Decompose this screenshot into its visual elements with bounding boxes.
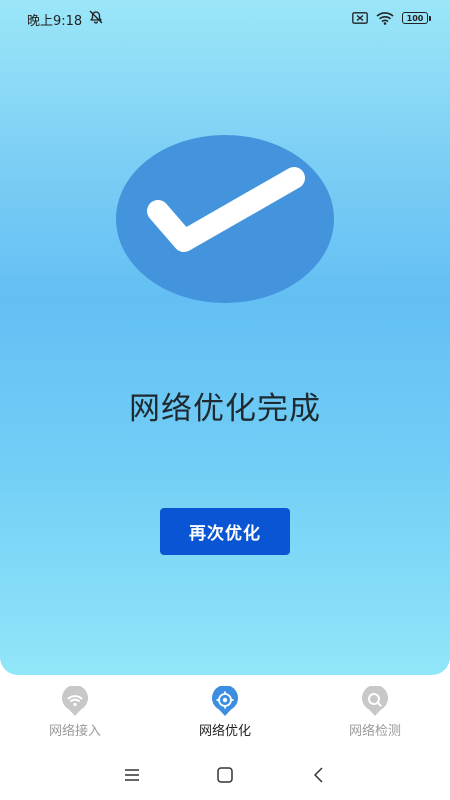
menu-icon[interactable] bbox=[122, 765, 142, 785]
nav-label-network-access: 网络接入 bbox=[48, 724, 101, 739]
sim-icon bbox=[352, 12, 368, 24]
back-icon[interactable] bbox=[309, 765, 329, 785]
status-icons: 100 bbox=[352, 9, 431, 27]
system-nav-bar bbox=[0, 755, 450, 795]
battery-icon: 100 bbox=[402, 12, 431, 24]
bottom-nav: 网络接入 网络优化 网络检测 bbox=[0, 678, 450, 748]
status-time: 晚上9:18 bbox=[27, 14, 83, 29]
wifi-pin-icon bbox=[62, 686, 88, 716]
check-circle-icon bbox=[116, 135, 334, 303]
status-bar: 晚上9:18 100 bbox=[0, 0, 450, 36]
nav-item-network-detect[interactable]: 网络检测 bbox=[300, 678, 450, 748]
battery-level: 100 bbox=[406, 13, 424, 23]
result-title: 网络优化完成 bbox=[129, 391, 321, 427]
app-screen: 晚上9:18 100 网络优化完成 再次优化 网络接入 网络优化 网络检测 bbox=[0, 0, 450, 800]
home-icon[interactable] bbox=[215, 765, 235, 785]
nav-item-network-optimize[interactable]: 网络优化 bbox=[150, 678, 300, 748]
optimize-again-button[interactable]: 再次优化 bbox=[160, 508, 290, 555]
nav-label-network-detect: 网络检测 bbox=[348, 724, 401, 739]
search-pin-icon bbox=[362, 686, 388, 716]
optimization-result-panel: 晚上9:18 100 网络优化完成 再次优化 bbox=[0, 0, 450, 675]
wifi-icon bbox=[376, 11, 394, 25]
alarm-off-icon bbox=[88, 9, 104, 25]
nav-item-network-access[interactable]: 网络接入 bbox=[0, 678, 150, 748]
target-pin-icon bbox=[212, 686, 238, 716]
nav-label-network-optimize: 网络优化 bbox=[198, 724, 251, 739]
